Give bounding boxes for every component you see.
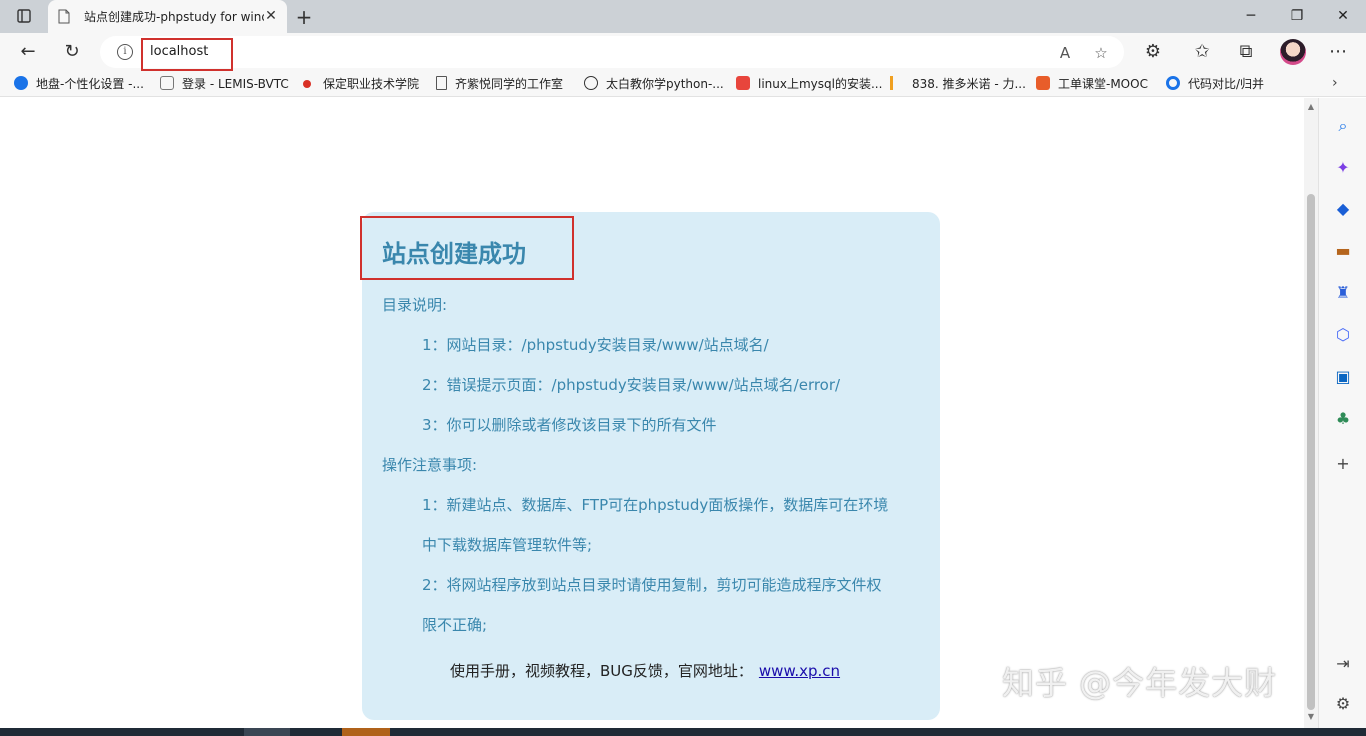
more-menu-icon[interactable]: ⋯ (1325, 40, 1351, 64)
bookmark-favicon-icon (736, 76, 750, 90)
scroll-up-icon[interactable]: ▲ (1306, 102, 1316, 111)
site-info-icon[interactable]: i (117, 44, 133, 60)
bookmark-favicon-icon (14, 76, 28, 90)
page-icon (436, 76, 447, 90)
bookmark-item[interactable]: linux上mysql的安装... (736, 75, 882, 93)
page-title: 站点创建成功 (382, 240, 526, 268)
ops-item: 1：新建站点、数据库、FTP可在phpstudy面板操作，数据库可在环境 (422, 496, 889, 514)
minimize-button[interactable]: ─ (1236, 6, 1266, 26)
dir-item: 2：错误提示页面：/phpstudy安装目录/www/站点域名/error/ (422, 376, 841, 394)
bookmark-favicon-icon (160, 76, 174, 90)
collections-icon[interactable]: ⧉ (1233, 40, 1259, 64)
office-icon[interactable]: ⬡ (1333, 325, 1353, 345)
tab-strip: 站点创建成功-phpstudy for windows ✕ + ─ ❐ ✕ (0, 0, 1366, 33)
scroll-down-icon[interactable]: ▼ (1306, 712, 1316, 721)
official-site-link[interactable]: www.xp.cn (759, 662, 840, 680)
footer-text: 使用手册，视频教程，BUG反馈，官网地址： (450, 662, 753, 680)
add-icon[interactable]: + (1333, 454, 1353, 474)
toolbar: ← ↻ i localhost A ☆ ⚙ ✩ ⧉ ⋯ (0, 33, 1366, 71)
edge-sidebar: ⌕ ✦ ◆ ▬ ♜ ⬡ ▣ ♣ + ⇥ ⚙ (1318, 98, 1366, 728)
scrollbar-thumb[interactable] (1307, 194, 1315, 710)
watermark: 知乎 @今年发大财 (1002, 664, 1278, 702)
bookmark-item[interactable]: 齐紫悦同学的工作室 (436, 75, 563, 93)
active-tab[interactable]: 站点创建成功-phpstudy for windows ✕ (48, 0, 287, 33)
taskbar-item[interactable] (342, 728, 390, 736)
dir-item: 1：网站目录：/phpstudy安装目录/www/站点域名/ (422, 336, 769, 354)
maximize-button[interactable]: ❐ (1282, 6, 1312, 26)
dir-section-title: 目录说明: (382, 296, 448, 314)
add-favorite-icon[interactable]: ☆ (1090, 43, 1112, 63)
ops-item-continued: 中下载数据库管理软件等; (422, 536, 593, 554)
bookmark-item[interactable]: 保定职业技术学院 (300, 75, 419, 93)
bookmark-favicon-icon (890, 76, 904, 90)
outlook-icon[interactable]: ▣ (1333, 367, 1353, 387)
ops-item-continued: 限不正确; (422, 616, 488, 634)
address-bar[interactable]: i localhost A ☆ (100, 36, 1124, 71)
taskbar-item[interactable] (244, 728, 290, 736)
ops-item: 2：将网站程序放到站点目录时请使用复制，剪切可能造成程序文件权 (422, 576, 882, 594)
tab-close-icon[interactable]: ✕ (263, 8, 279, 24)
favorites-icon[interactable]: ✩ (1189, 40, 1215, 64)
window-close-button[interactable]: ✕ (1328, 6, 1358, 26)
success-card: 站点创建成功 目录说明: 1：网站目录：/phpstudy安装目录/www/站点… (360, 212, 940, 720)
extensions-icon[interactable]: ⚙ (1140, 40, 1166, 64)
games-icon[interactable]: ♜ (1333, 283, 1353, 303)
copilot-icon[interactable]: ✦ (1333, 158, 1353, 178)
bookmark-favicon-icon (584, 76, 598, 90)
settings-gear-icon[interactable]: ⚙ (1333, 694, 1353, 714)
page-viewport: 站点创建成功 目录说明: 1：网站目录：/phpstudy安装目录/www/站点… (0, 98, 1304, 728)
new-tab-button[interactable]: + (292, 6, 316, 28)
back-icon[interactable]: ← (15, 40, 41, 64)
read-aloud-icon[interactable]: A (1054, 43, 1076, 63)
bookmark-item[interactable]: 地盘-个性化设置 -... (14, 75, 144, 93)
bookmark-favicon-icon (303, 80, 311, 88)
bookmark-item[interactable]: 代码对比/归并 (1166, 75, 1264, 93)
bookmark-item[interactable]: 838. 推多米诺 - 力... (890, 75, 1026, 93)
tab-title: 站点创建成功-phpstudy for windows (84, 10, 264, 24)
bookmark-favicon-icon (1166, 76, 1180, 90)
bookmarks-bar: 地盘-个性化设置 -... 登录 - LEMIS-BVTC 保定职业技术学院 齐… (0, 71, 1366, 97)
chevron-right-icon[interactable]: › (1332, 75, 1338, 91)
search-icon[interactable]: ⌕ (1333, 116, 1353, 136)
tree-icon[interactable]: ♣ (1333, 409, 1353, 429)
profile-avatar[interactable] (1280, 39, 1306, 65)
tab-actions-icon[interactable] (10, 7, 38, 27)
hide-sidebar-icon[interactable]: ⇥ (1333, 654, 1353, 674)
bookmark-favicon-icon (1036, 76, 1050, 90)
ops-section-title: 操作注意事项: (382, 456, 478, 474)
shopping-tag-icon[interactable]: ◆ (1333, 199, 1353, 219)
refresh-icon[interactable]: ↻ (59, 40, 85, 64)
url-highlight-box (141, 38, 233, 71)
card-footer: 使用手册，视频教程，BUG反馈，官网地址： www.xp.cn (450, 660, 840, 681)
bookmark-item[interactable]: 太白教你学python-... (584, 75, 724, 93)
taskbar (0, 728, 1366, 736)
bookmark-item[interactable]: 工单课堂-MOOC (1036, 75, 1148, 93)
page-scrollbar[interactable]: ▲ ▼ (1304, 98, 1318, 728)
bookmark-item[interactable]: 登录 - LEMIS-BVTC (160, 75, 289, 93)
dir-item: 3：你可以删除或者修改该目录下的所有文件 (422, 416, 717, 434)
page-icon (58, 9, 70, 24)
tools-icon[interactable]: ▬ (1333, 241, 1353, 261)
